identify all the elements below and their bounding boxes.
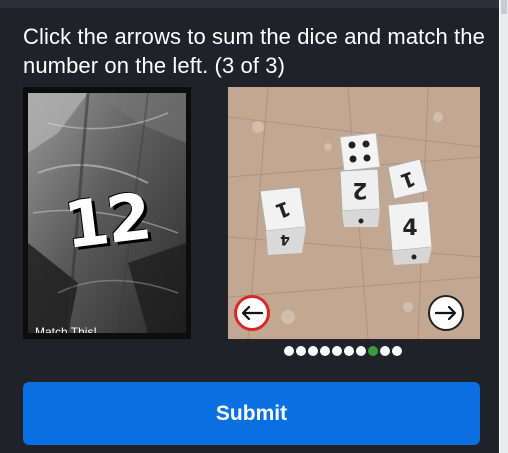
carousel-dot[interactable] — [380, 346, 390, 356]
carousel-dot[interactable] — [320, 346, 330, 356]
carousel-dot[interactable] — [284, 346, 294, 356]
carousel-dot[interactable] — [344, 346, 354, 356]
next-arrow-button[interactable] — [428, 295, 464, 331]
svg-text:4: 4 — [402, 216, 417, 241]
dice-image-card: 2 1 4 1 4 — [228, 87, 480, 339]
challenge-panel: Click the arrows to sum the dice and mat… — [0, 0, 499, 453]
target-image: 12 Match This! — [28, 93, 186, 333]
svg-text:2: 2 — [352, 177, 367, 202]
match-this-label: Match This! — [35, 325, 97, 333]
page-frame: Click the arrows to sum the dice and mat… — [0, 0, 508, 453]
top-strip — [0, 0, 499, 8]
die-center: 2 — [339, 168, 381, 227]
carousel-dot[interactable] — [368, 346, 378, 356]
arrow-left-icon — [241, 306, 263, 320]
carousel-dot[interactable] — [332, 346, 342, 356]
arrow-right-icon — [435, 306, 457, 320]
die-pips — [339, 132, 381, 172]
carousel-dot[interactable] — [296, 346, 306, 356]
submit-button[interactable]: Submit — [23, 382, 480, 445]
scrollbar-thumb[interactable] — [501, 0, 507, 14]
challenge-instruction: Click the arrows to sum the dice and mat… — [23, 24, 485, 78]
target-card: 12 Match This! — [23, 87, 191, 339]
carousel-dot[interactable] — [392, 346, 402, 356]
carousel-indicator — [284, 346, 402, 358]
die-right-bottom: 4 — [387, 200, 433, 265]
svg-text:4: 4 — [280, 231, 290, 247]
previous-arrow-button[interactable] — [234, 295, 270, 331]
carousel-dot[interactable] — [308, 346, 318, 356]
page-scrollbar[interactable] — [500, 0, 508, 453]
carousel-dot[interactable] — [356, 346, 366, 356]
